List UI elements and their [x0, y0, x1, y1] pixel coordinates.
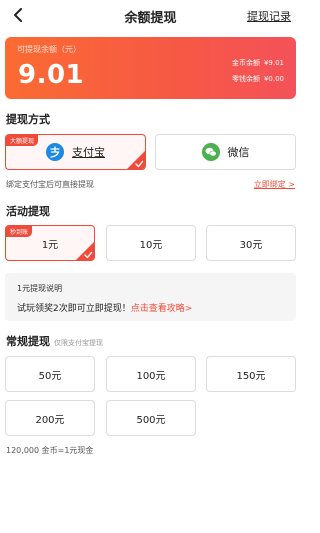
- regular-section-title-text: 常规提现: [6, 335, 50, 348]
- coin-balance-label: 金币余额: [231, 59, 260, 67]
- info-title: 1元提现说明: [17, 284, 63, 293]
- bind-now-link[interactable]: 立即绑定 >: [254, 179, 295, 190]
- coin-balance-value: ¥9.01: [263, 59, 284, 67]
- exchange-rate-note: 120,000 金币=1元现金: [6, 446, 94, 455]
- method-wechat[interactable]: 微信: [155, 134, 296, 170]
- balance-card: 可提现余额（元） 9.01 金币余额 ¥9.01 零钱余额 ¥0.00: [5, 37, 296, 99]
- amount-label: 10元: [139, 239, 163, 251]
- method-alipay-label: 支付宝: [72, 146, 105, 159]
- balance-label: 可提现余额（元）: [17, 45, 81, 54]
- method-section-title: 提现方式: [6, 113, 50, 126]
- instant-tag: 秒到账: [6, 226, 33, 237]
- header-bar: 余额提现 提现记录: [0, 0, 301, 30]
- amount-label: 30元: [239, 239, 263, 251]
- amount-label: 150元: [236, 370, 266, 382]
- regular-amount-500[interactable]: 500元: [106, 400, 196, 436]
- regular-section-subtitle: 仅限支付宝提现: [54, 339, 103, 347]
- view-guide-link[interactable]: 点击查看攻略>: [131, 304, 193, 314]
- activity-amount-1[interactable]: 秒到账 1元: [5, 225, 95, 261]
- amount-label: 50元: [38, 370, 62, 382]
- activity-section-title: 活动提现: [6, 205, 50, 218]
- regular-amount-200[interactable]: 200元: [5, 400, 95, 436]
- method-alipay[interactable]: 大额提现 支付宝: [5, 134, 146, 170]
- amount-label: 100元: [136, 370, 166, 382]
- regular-amount-50[interactable]: 50元: [5, 356, 95, 392]
- amount-label: 1元: [41, 239, 59, 251]
- wechat-icon: [201, 143, 220, 161]
- amount-label: 200元: [35, 414, 65, 426]
- change-balance: 零钱余额 ¥0.00: [228, 74, 284, 84]
- method-wechat-label: 微信: [227, 146, 250, 159]
- bind-note: 绑定支付宝后可直接提现: [6, 180, 94, 189]
- selected-check-icon: [127, 151, 145, 169]
- coin-balance: 金币余额 ¥9.01: [228, 58, 284, 68]
- regular-section-title: 常规提现 仅限支付宝提现: [6, 333, 103, 349]
- change-balance-value: ¥0.00: [263, 75, 284, 83]
- balance-amount: 9.01: [18, 60, 85, 90]
- amount-label: 500元: [136, 414, 166, 426]
- info-text-main: 试玩领奖2次即可立即提现！: [17, 304, 131, 314]
- activity-amount-10[interactable]: 10元: [106, 225, 196, 261]
- selected-check-icon: [76, 242, 94, 260]
- regular-amount-100[interactable]: 100元: [106, 356, 196, 392]
- info-text: 试玩领奖2次即可立即提现！点击查看攻略>: [17, 301, 192, 314]
- change-balance-label: 零钱余额: [231, 75, 260, 83]
- regular-amount-150[interactable]: 150元: [206, 356, 296, 392]
- withdraw-history-link[interactable]: 提现记录: [247, 8, 291, 24]
- withdraw-info-box: 1元提现说明 试玩领奖2次即可立即提现！点击查看攻略>: [5, 273, 296, 321]
- activity-amount-30[interactable]: 30元: [206, 225, 296, 261]
- alipay-icon: [46, 143, 64, 161]
